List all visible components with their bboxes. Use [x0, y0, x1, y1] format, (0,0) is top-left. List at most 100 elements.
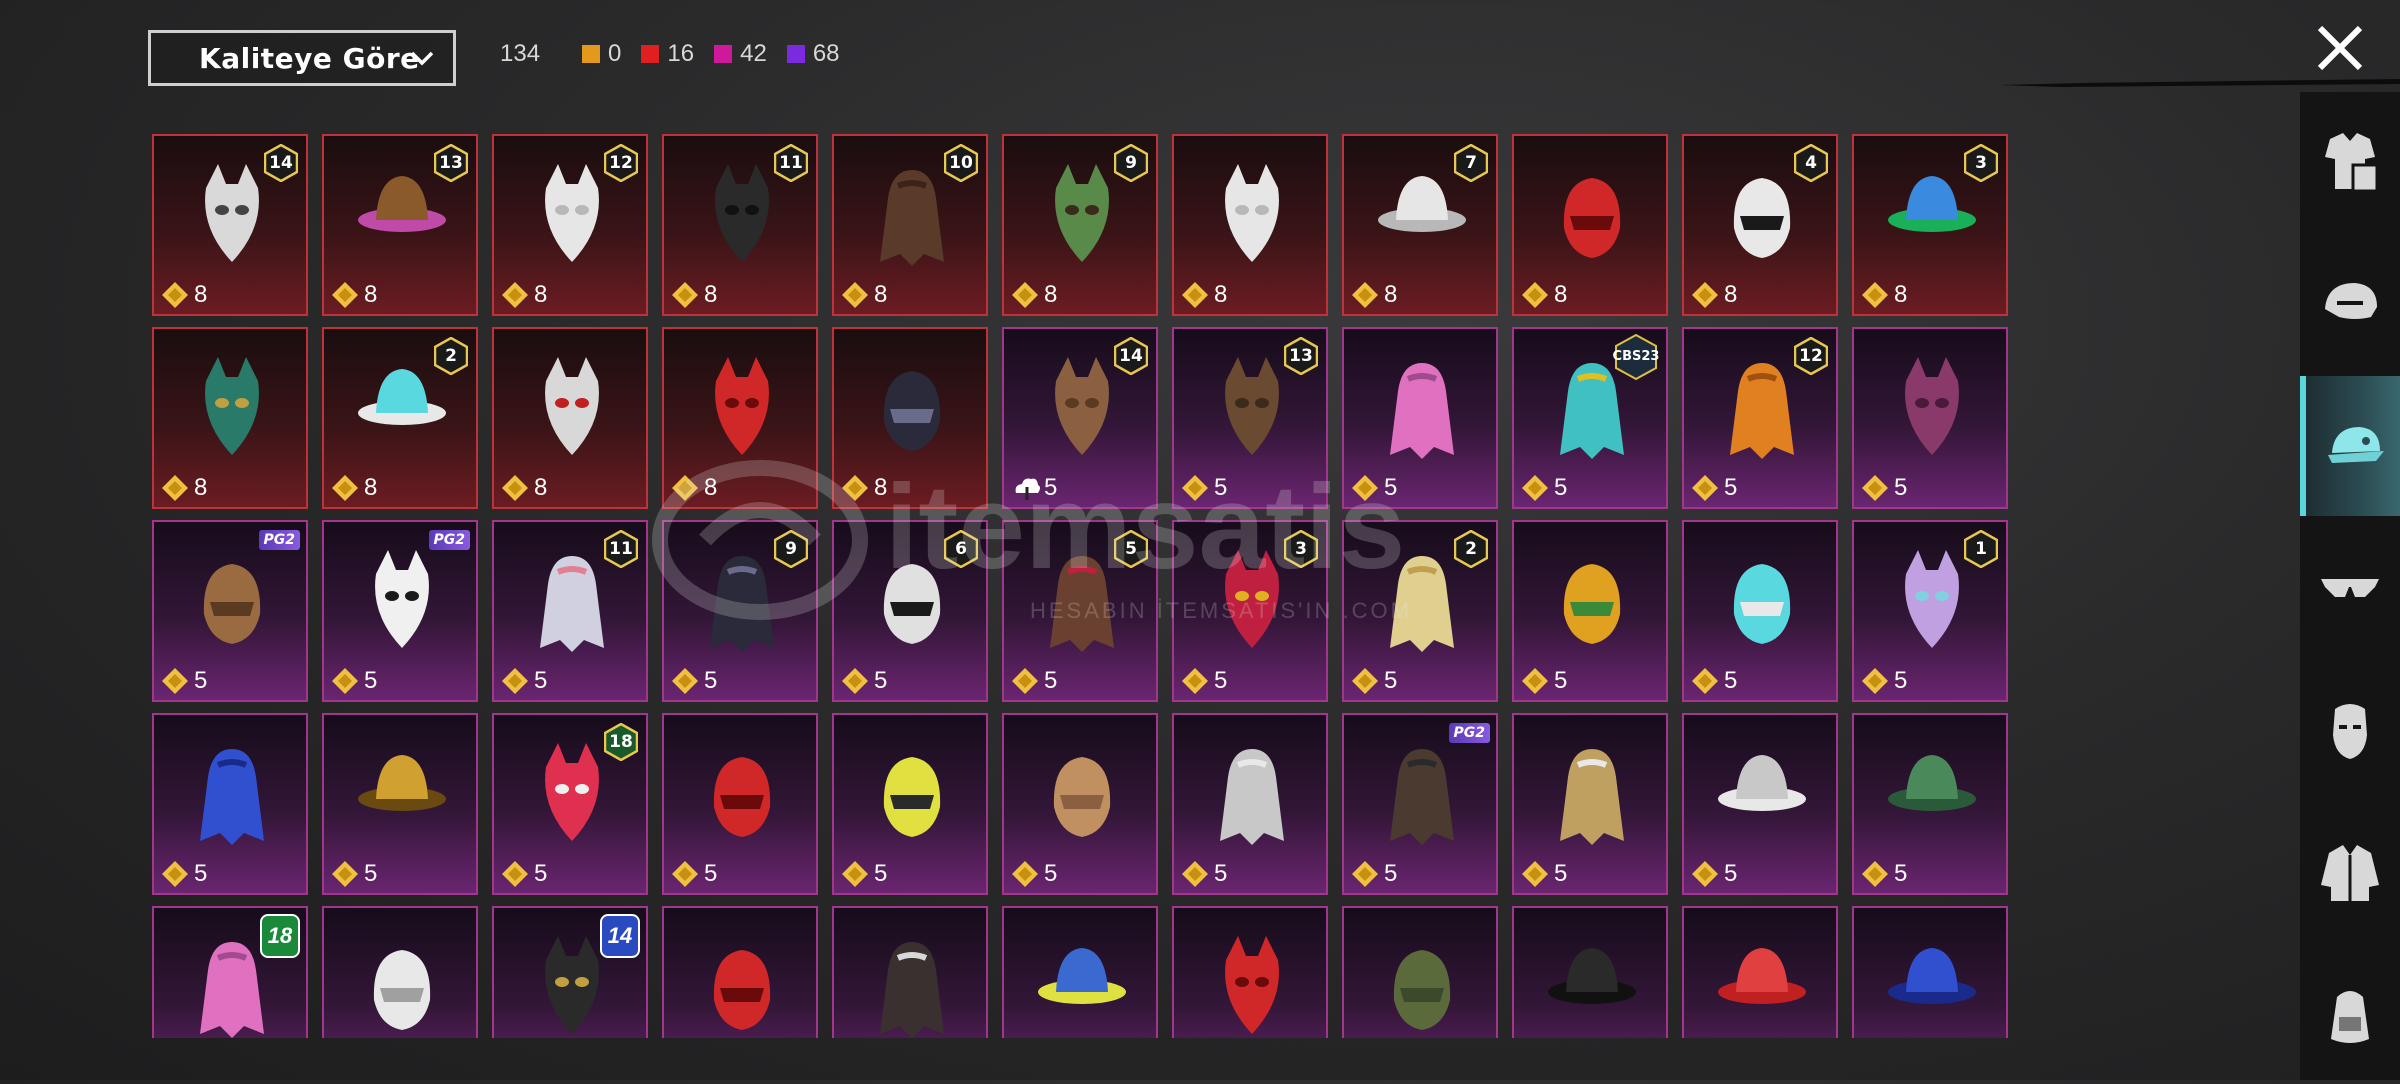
close-icon[interactable] — [2310, 18, 2370, 78]
black-beanie-icon — [1548, 948, 1636, 1004]
inventory-item[interactable]: 8 — [152, 327, 308, 509]
top-bar: Kaliteye Göre 134 0 16 42 68 — [0, 0, 2400, 120]
cyan-mohawk-icon — [1733, 564, 1791, 644]
points-label: 8 — [194, 281, 208, 308]
silver-hood-icon — [1220, 749, 1284, 845]
inventory-item[interactable]: 8 — [832, 327, 988, 509]
inventory-item[interactable]: 5 — [1682, 713, 1838, 895]
sidebar-tab-face[interactable] — [2300, 660, 2400, 800]
inventory-item[interactable]: 5 — [1852, 713, 2008, 895]
sidebar-tab-cap[interactable] — [2300, 376, 2400, 516]
inventory-item[interactable]: 12 5 — [1682, 327, 1838, 509]
points-label: 8 — [534, 474, 548, 501]
inventory-item[interactable]: 8 — [662, 327, 818, 509]
inventory-item[interactable]: 5 — [1512, 713, 1668, 895]
gold-diamond-icon — [1862, 861, 1888, 887]
inventory-item[interactable] — [1172, 906, 1328, 1038]
points-label: 5 — [1214, 667, 1228, 694]
inventory-item[interactable]: 13 8 — [322, 134, 478, 316]
inventory-item[interactable] — [662, 906, 818, 1038]
inventory-item[interactable] — [1512, 906, 1668, 1038]
inventory-item[interactable] — [832, 906, 988, 1038]
inventory-item[interactable]: 35 — [1172, 520, 1328, 702]
inventory-item[interactable] — [1682, 906, 1838, 1038]
inventory-item[interactable]: 11 5 — [492, 520, 648, 702]
inventory-item[interactable]: 25 — [1342, 520, 1498, 702]
inventory-item[interactable]: 5 — [152, 713, 308, 895]
inventory-item[interactable]: 98 — [1002, 134, 1158, 316]
inventory-item[interactable] — [1852, 906, 2008, 1038]
points-label: 5 — [534, 667, 548, 694]
points-value: 5 — [1010, 473, 1057, 503]
inventory-item[interactable]: PG2 5 — [152, 520, 308, 702]
gold-diamond-icon — [1862, 475, 1888, 501]
points-value: 5 — [160, 666, 207, 696]
points-value: 5 — [1860, 666, 1907, 696]
inventory-item[interactable]: 15 — [1852, 520, 2008, 702]
gold-diamond-icon — [672, 475, 698, 501]
inventory-item[interactable]: 28 — [322, 327, 478, 509]
inventory-item[interactable]: 8 — [1172, 134, 1328, 316]
count-red: 16 — [641, 40, 694, 68]
category-sidebar — [2300, 92, 2400, 1080]
points-label: 5 — [1554, 474, 1568, 501]
event-tag-badge: PG2 — [258, 530, 300, 550]
inventory-item[interactable]: 12 8 — [492, 134, 648, 316]
inventory-item[interactable]: 5 — [1002, 713, 1158, 895]
inventory-item[interactable]: 48 — [1682, 134, 1838, 316]
count-magenta-value: 42 — [740, 40, 767, 67]
inventory-item[interactable]: 5 — [1852, 327, 2008, 509]
event-tag-badge: PG2 — [1448, 723, 1490, 743]
inventory-item[interactable]: 11 8 — [662, 134, 818, 316]
level-badge: 9 — [774, 530, 808, 568]
inventory-item[interactable]: 18 5 — [492, 713, 648, 895]
gold-diamond-icon — [1012, 282, 1038, 308]
inventory-item[interactable]: 5 — [1682, 520, 1838, 702]
inventory-item[interactable]: PG2 5 — [1342, 713, 1498, 895]
cap-icon — [2328, 427, 2384, 463]
inventory-item[interactable]: 14 — [492, 906, 648, 1038]
points-value: 8 — [670, 280, 717, 310]
inventory-item[interactable]: 10 8 — [832, 134, 988, 316]
silver-ponytail-icon — [1718, 755, 1806, 811]
sidebar-tab-backpack[interactable] — [2300, 944, 2400, 1084]
points-value: 5 — [1010, 666, 1057, 696]
inventory-item[interactable]: CBS23 5 — [1512, 327, 1668, 509]
points-label: 8 — [704, 474, 718, 501]
inventory-item[interactable]: 13 5 — [1172, 327, 1328, 509]
inventory-item[interactable]: 38 — [1852, 134, 2008, 316]
points-label: 5 — [194, 667, 208, 694]
inventory-item[interactable]: PG2 5 — [322, 520, 478, 702]
inventory-item[interactable]: 18 — [152, 906, 308, 1038]
gold-diamond-icon — [842, 475, 868, 501]
inventory-item[interactable]: 5 — [1172, 713, 1328, 895]
inventory-item[interactable]: 65 — [832, 520, 988, 702]
inventory-item[interactable]: 5 — [1512, 520, 1668, 702]
points-label: 5 — [1724, 860, 1738, 887]
inventory-item[interactable]: 5 — [1342, 327, 1498, 509]
inventory-item[interactable] — [1002, 906, 1158, 1038]
inventory-item[interactable]: 14 8 — [152, 134, 308, 316]
points-value: 5 — [1180, 473, 1227, 503]
inventory-item[interactable]: 8 — [492, 327, 648, 509]
inventory-item[interactable]: 14 5 — [1002, 327, 1158, 509]
sidebar-tab-clothing[interactable] — [2300, 92, 2400, 232]
sidebar-tab-glasses[interactable] — [2300, 518, 2400, 658]
inventory-item[interactable]: 5 — [662, 713, 818, 895]
sort-dropdown[interactable]: Kaliteye Göre — [148, 30, 456, 86]
inventory-item[interactable]: 8 — [1512, 134, 1668, 316]
inventory-item[interactable]: 5 — [322, 713, 478, 895]
inventory-item[interactable] — [1342, 906, 1498, 1038]
sidebar-tab-jacket[interactable] — [2300, 802, 2400, 942]
level-badge: 3 — [1284, 530, 1318, 568]
points-label: 8 — [534, 281, 548, 308]
inventory-item[interactable]: 55 — [1002, 520, 1158, 702]
inventory-item[interactable] — [322, 906, 478, 1038]
points-value: 5 — [1010, 859, 1057, 889]
item-grid: 14 8 13 8 12 8 11 8 10 8 9 8 8 7 8 8 4 8 3 8 8 2 8 8 8 8 14 5 13 5 5 CB… — [152, 134, 2012, 1038]
points-label: 8 — [1214, 281, 1228, 308]
inventory-item[interactable]: 78 — [1342, 134, 1498, 316]
sidebar-tab-hat-mask[interactable] — [2300, 234, 2400, 374]
inventory-item[interactable]: 5 — [832, 713, 988, 895]
inventory-item[interactable]: 95 — [662, 520, 818, 702]
